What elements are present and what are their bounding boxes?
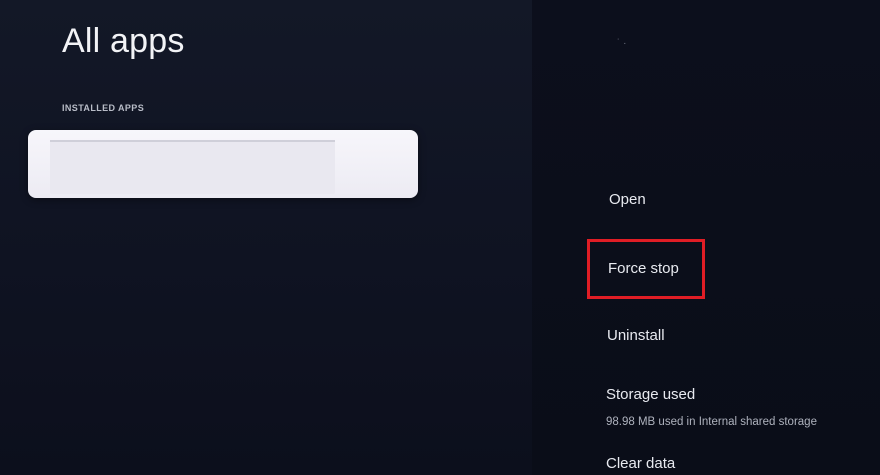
storage-used-item[interactable]: Storage used: [606, 386, 695, 403]
app-header-text: ˙ ·: [617, 38, 627, 49]
clear-data-button[interactable]: Clear data: [606, 455, 675, 472]
app-item-content: [50, 140, 335, 194]
app-list-pane: [0, 0, 532, 475]
open-button[interactable]: Open: [609, 191, 646, 208]
app-item-divider: [50, 140, 335, 142]
page-title: All apps: [62, 22, 185, 60]
force-stop-highlight: [587, 239, 705, 299]
installed-apps-section-label: INSTALLED APPS: [62, 103, 145, 113]
selected-app-item[interactable]: [28, 130, 418, 198]
app-actions-pane: [532, 0, 880, 475]
uninstall-button[interactable]: Uninstall: [607, 327, 665, 344]
storage-used-detail: 98.98 MB used in Internal shared storage: [606, 416, 817, 428]
